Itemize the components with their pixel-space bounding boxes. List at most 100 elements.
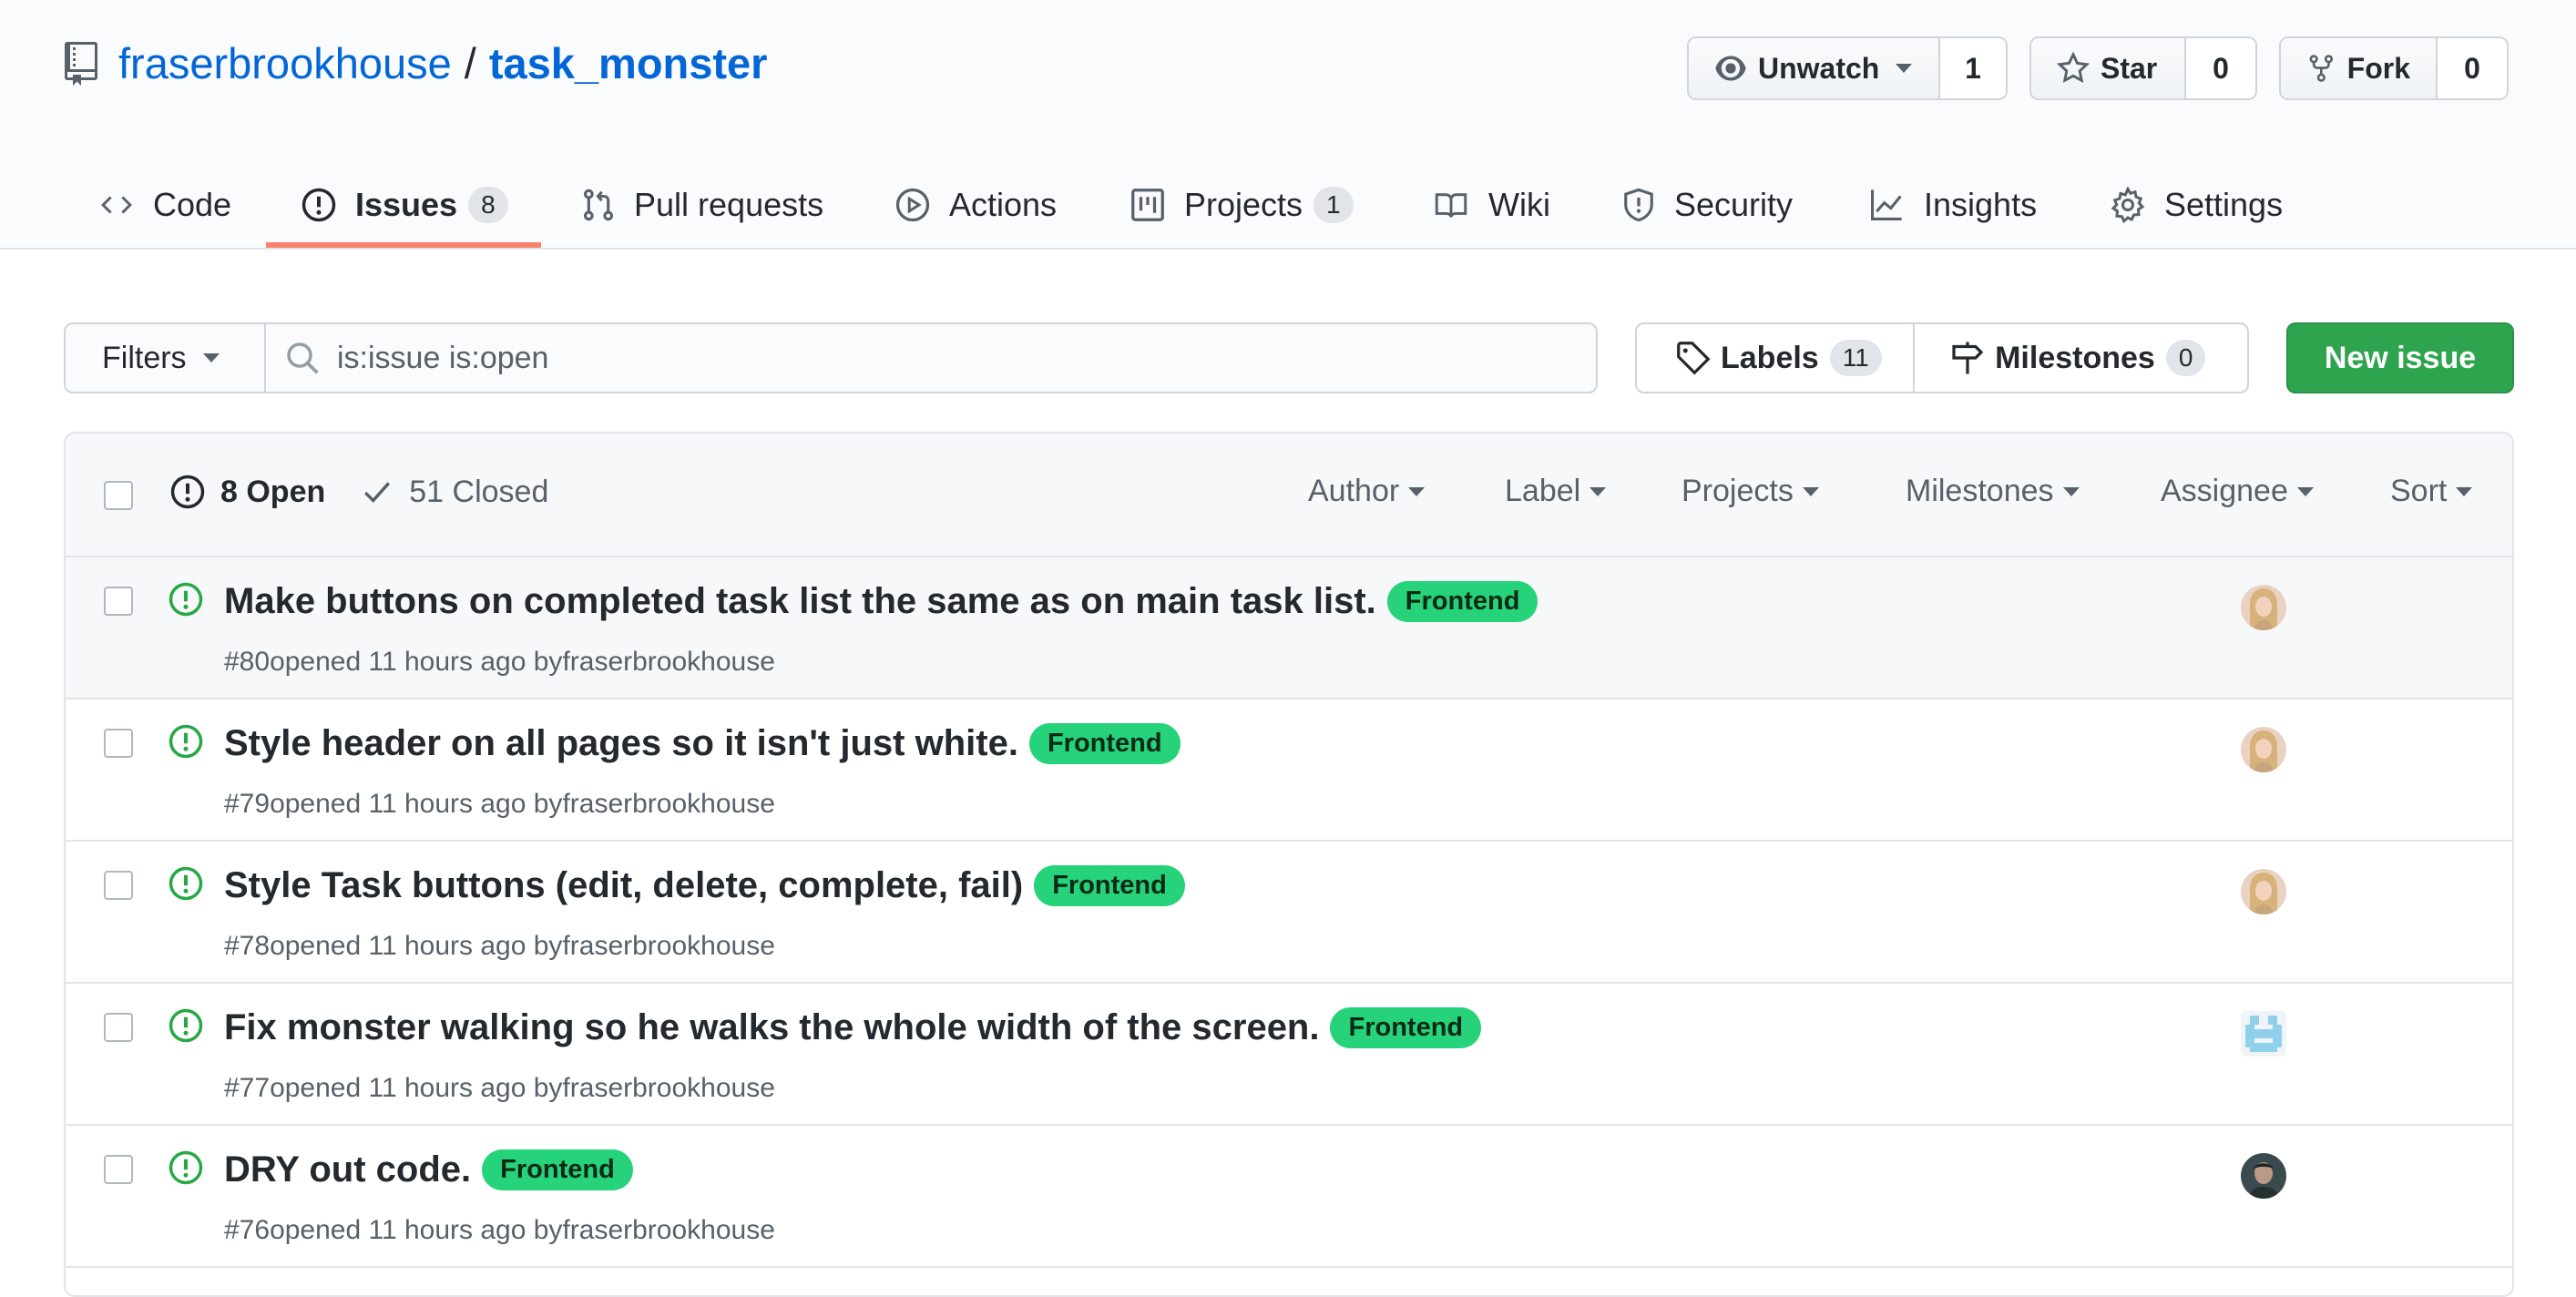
issue-title-link[interactable]: Style header on all pages so it isn't ju… <box>224 723 1018 764</box>
chevron-down-icon <box>1802 486 1819 496</box>
issue-author-link[interactable]: fraserbrookhouse <box>562 931 774 962</box>
filters-button[interactable]: Filters <box>64 322 266 393</box>
issues-search[interactable] <box>264 322 1598 393</box>
fork-icon <box>2309 55 2334 82</box>
issue-title-line: DRY out code. Frontend <box>224 1149 633 1190</box>
tab-insights[interactable]: Insights <box>1867 160 2037 250</box>
assignee-avatar[interactable] <box>2241 1011 2286 1057</box>
issue-checkbox[interactable] <box>104 1013 133 1042</box>
issue-author-link[interactable]: fraserbrookhouse <box>562 1073 774 1104</box>
watch-count[interactable]: 1 <box>1938 38 2006 98</box>
new-issue-button[interactable]: New issue <box>2286 322 2514 393</box>
fork-count[interactable]: 0 <box>2436 38 2507 98</box>
issues-list: 8 Open 51 Closed Author Label Projects M… <box>64 432 2514 1297</box>
labels-button[interactable]: Labels 11 <box>1637 324 1913 392</box>
projects-counter: 1 <box>1314 187 1354 223</box>
open-issues-label: 8 Open <box>220 474 326 509</box>
assignee-avatar[interactable] <box>2241 727 2286 772</box>
issue-checkbox[interactable] <box>104 729 133 758</box>
issue-row[interactable]: Style header on all pages so it isn't ju… <box>66 700 2512 842</box>
issue-title-link[interactable]: DRY out code. <box>224 1149 471 1190</box>
issue-number: #79 <box>224 789 271 819</box>
issue-number: #80 <box>224 647 271 677</box>
select-all-checkbox[interactable] <box>104 481 133 510</box>
issue-number: #77 <box>224 1073 271 1103</box>
repo-owner-link[interactable]: fraserbrookhouse <box>118 38 452 88</box>
issue-meta: #78 opened 11 hours ago by fraserbrookho… <box>224 931 775 962</box>
closed-issues-link[interactable]: 51 Closed <box>362 475 548 510</box>
tab-actions-label: Actions <box>949 186 1058 223</box>
assignee-avatar[interactable] <box>2241 869 2286 914</box>
tab-actions[interactable]: Actions <box>894 160 1057 250</box>
issue-opened-icon <box>169 1008 203 1043</box>
assignee-avatar[interactable] <box>2241 585 2286 630</box>
repo-separator: / <box>464 39 476 87</box>
issue-number: #76 <box>224 1215 271 1245</box>
issue-author-link[interactable]: fraserbrookhouse <box>562 789 774 820</box>
issue-row[interactable]: Make buttons on completed task list the … <box>66 557 2512 700</box>
chevron-down-icon <box>202 353 220 363</box>
issue-title-line: Style Task buttons (edit, delete, comple… <box>224 865 1185 906</box>
tab-pull-requests[interactable]: Pull requests <box>581 160 823 250</box>
milestones-label: Milestones <box>1995 340 2155 375</box>
issue-number: #78 <box>224 931 271 961</box>
chevron-down-icon <box>1590 486 1607 496</box>
tab-security[interactable]: Security <box>1621 160 1793 250</box>
search-input[interactable] <box>337 340 1521 376</box>
star-count[interactable]: 0 <box>2184 38 2255 98</box>
assignee-avatar[interactable] <box>2241 1153 2286 1199</box>
tab-wiki[interactable]: Wiki <box>1432 160 1550 250</box>
milestones-button[interactable]: Milestones 0 <box>1915 324 2247 392</box>
issue-meta: #77 opened 11 hours ago by fraserbrookho… <box>224 1073 775 1104</box>
star-button[interactable]: Star <box>2031 38 2184 98</box>
issue-row[interactable]: Style Task buttons (edit, delete, comple… <box>66 842 2512 984</box>
unwatch-button[interactable]: Unwatch <box>1689 38 1938 98</box>
labels-milestones-group: Labels 11 Milestones 0 <box>1635 322 2249 393</box>
label-filter[interactable]: Label <box>1505 474 1607 509</box>
fork-button[interactable]: Fork <box>2281 38 2436 98</box>
issue-row[interactable]: DRY out code. Frontend #76 opened 11 hou… <box>66 1126 2512 1268</box>
issue-label[interactable]: Frontend <box>1386 581 1538 622</box>
issue-title-line: Fix monster walking so he walks the whol… <box>224 1007 1482 1048</box>
issue-label[interactable]: Frontend <box>1028 723 1181 764</box>
check-icon <box>364 482 391 504</box>
issue-opened-icon <box>169 1150 203 1185</box>
repo-name-link[interactable]: task_monster <box>489 38 768 88</box>
gear-icon <box>2111 187 2145 223</box>
issue-meta: #80 opened 11 hours ago by fraserbrookho… <box>224 647 775 678</box>
issue-opened-text: opened 11 hours ago by <box>270 1215 563 1245</box>
issue-checkbox[interactable] <box>104 871 133 900</box>
issue-opened-text: opened 11 hours ago by <box>270 931 563 961</box>
milestones-filter[interactable]: Milestones <box>1906 474 2080 509</box>
issues-list-header: 8 Open 51 Closed Author Label Projects M… <box>66 434 2512 557</box>
pull-request-icon <box>583 189 614 221</box>
tab-pull-requests-label: Pull requests <box>634 186 824 223</box>
issue-label[interactable]: Frontend <box>1330 1007 1482 1048</box>
issue-title-link[interactable]: Make buttons on completed task list the … <box>224 581 1376 622</box>
author-filter[interactable]: Author <box>1308 474 1426 509</box>
avatar-photo-woman <box>2241 727 2286 772</box>
issue-title-link[interactable]: Style Task buttons (edit, delete, comple… <box>224 865 1023 906</box>
issue-checkbox[interactable] <box>104 1155 133 1184</box>
issue-row[interactable]: Fix monster walking so he walks the whol… <box>66 984 2512 1126</box>
issue-author-link[interactable]: fraserbrookhouse <box>562 1215 774 1246</box>
issue-title-link[interactable]: Fix monster walking so he walks the whol… <box>224 1007 1319 1048</box>
chevron-down-icon <box>2456 486 2473 496</box>
tab-settings[interactable]: Settings <box>2110 160 2283 250</box>
assignee-filter[interactable]: Assignee <box>2161 474 2314 509</box>
projects-filter[interactable]: Projects <box>1682 474 1819 509</box>
tab-issues[interactable]: Issues 8 <box>301 160 508 250</box>
repo-header: fraserbrookhouse / task_monster Unwatch … <box>0 0 2576 250</box>
open-issues-link[interactable]: 8 Open <box>169 474 325 510</box>
issue-opened-icon <box>169 866 203 901</box>
tab-projects[interactable]: Projects 1 <box>1130 160 1354 250</box>
issue-label[interactable]: Frontend <box>482 1149 633 1190</box>
sort-filter[interactable]: Sort <box>2390 474 2473 509</box>
tab-code[interactable]: Code <box>98 160 231 250</box>
issue-label[interactable]: Frontend <box>1034 865 1185 906</box>
projects-filter-label: Projects <box>1682 474 1794 508</box>
issue-meta: #79 opened 11 hours ago by fraserbrookho… <box>224 789 775 820</box>
milestones-counter: 0 <box>2165 340 2206 376</box>
issue-checkbox[interactable] <box>104 587 133 616</box>
issue-author-link[interactable]: fraserbrookhouse <box>562 647 774 678</box>
